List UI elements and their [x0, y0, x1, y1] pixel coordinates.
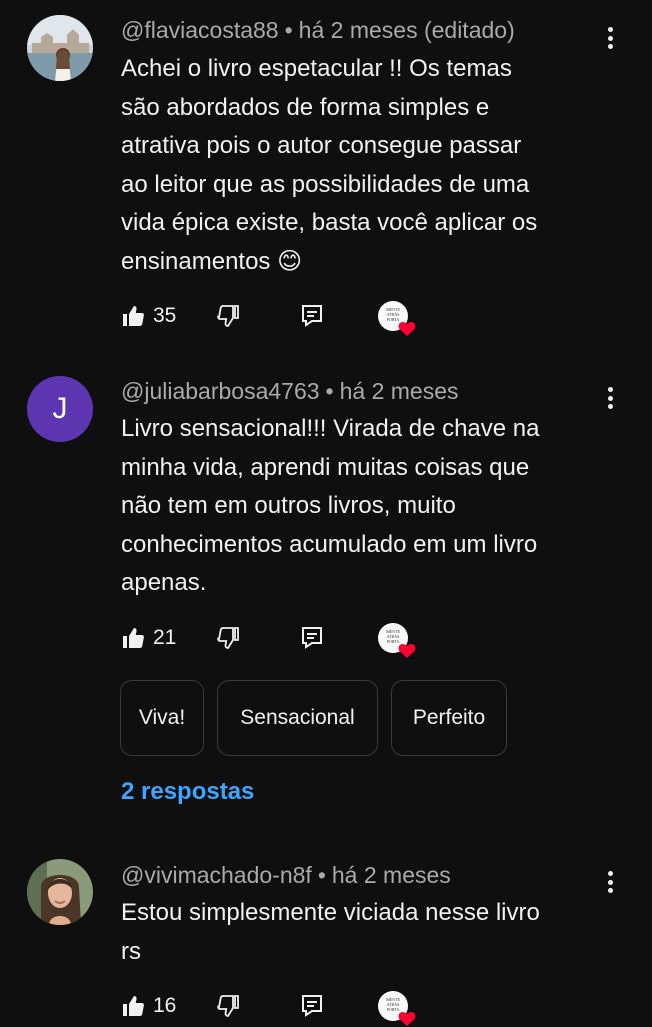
creator-heart-icon: MENTE ATRÁS PORTA	[378, 301, 416, 336]
comment-author[interactable]: @juliabarbosa4763	[121, 378, 320, 404]
meta-separator: •	[317, 862, 326, 888]
creator-heart-icon: MENTE ATRÁS PORTA	[378, 623, 416, 658]
comment-line: ao leitor que as possibilidades de uma	[121, 170, 530, 198]
comment-line: vida épica existe, basta você aplicar os	[121, 209, 538, 236]
suggested-reply-chip[interactable]: Sensacional	[217, 680, 378, 756]
comment-line: não tem em outros livros, muito	[121, 492, 456, 519]
comment-text: Achei o livro espetacular !! Os temas sã…	[121, 50, 601, 281]
like-button[interactable]: 35	[121, 299, 176, 333]
comment-line: conhecimentos acumulado em um livro	[121, 530, 538, 558]
avatar-flaviacosta88[interactable]	[27, 15, 93, 81]
comment-meta: @vivimachado-n8f • há 2 meses	[121, 862, 451, 889]
more-options-icon[interactable]	[604, 24, 616, 52]
reply-button[interactable]	[301, 989, 323, 1023]
creator-heart-icon: MENTE ATRÁS PORTA	[378, 991, 416, 1026]
like-icon	[123, 628, 144, 648]
view-replies-link[interactable]: 2 respostas	[121, 778, 254, 806]
comment-line: são abordados de forma simples e	[121, 93, 490, 121]
like-button[interactable]: 21	[121, 621, 176, 655]
more-options-icon[interactable]	[604, 868, 616, 896]
comment-author[interactable]: @flaviacosta88	[121, 17, 279, 43]
comment-time[interactable]: há 2 meses	[340, 378, 459, 404]
comment-time[interactable]: há 2 meses (editado)	[299, 17, 515, 43]
dislike-icon	[217, 627, 239, 649]
chip-label: Perfeito	[412, 706, 486, 729]
chip-label: Sensacional	[240, 706, 355, 729]
meta-separator: •	[325, 378, 334, 404]
reply-icon	[302, 627, 322, 649]
creator-logo: MENTE ATRÁS PORTA	[386, 997, 400, 1012]
creator-logo: MENTE ATRÁS PORTA	[386, 629, 400, 644]
comment-line: rs	[121, 937, 141, 965]
like-count: 35	[153, 304, 177, 327]
like-count: 21	[153, 626, 177, 649]
comment-author[interactable]: @vivimachado-n8f	[121, 862, 312, 888]
comment-actions: 35 MENTE ATRÁS PORTA	[121, 299, 421, 336]
reply-icon	[302, 995, 322, 1017]
meta-separator: •	[284, 17, 293, 43]
comment-actions: 21 MENTE ATRÁS PORTA	[121, 621, 421, 658]
comment-line: Livro sensacional!!! Virada de chave na	[121, 415, 540, 442]
more-options-icon[interactable]	[604, 384, 616, 412]
comment-meta: @flaviacosta88 • há 2 meses (editado)	[121, 17, 515, 44]
comment-line: minha vida, aprendi muitas coisas que	[121, 453, 530, 481]
avatar-letter: J	[52, 392, 68, 425]
comment-line: ensinamentos 😊	[121, 247, 303, 275]
dislike-button[interactable]	[216, 621, 240, 655]
comment-line: atrativa pois o autor consegue passar	[121, 132, 522, 159]
comment-time[interactable]: há 2 meses	[332, 862, 451, 888]
comment-actions: 16 MENTE ATRÁS PORTA	[121, 989, 421, 1026]
avatar-vivimachado-n8f[interactable]	[27, 859, 93, 925]
avatar-juliabarbosa4763[interactable]: J	[27, 376, 93, 442]
suggested-reply-chip[interactable]: Perfeito	[391, 680, 507, 756]
creator-logo: MENTE ATRÁS PORTA	[386, 307, 400, 322]
like-button[interactable]: 16	[121, 989, 176, 1023]
comment-text: Livro sensacional!!! Virada de chave na …	[121, 410, 601, 603]
comment-meta: @juliabarbosa4763 • há 2 meses	[121, 378, 459, 405]
dislike-icon	[217, 305, 239, 327]
reply-button[interactable]	[301, 299, 323, 333]
dislike-icon	[217, 995, 239, 1017]
reply-icon	[302, 305, 322, 327]
comment-line: Estou simplesmente viciada nesse livro	[121, 899, 540, 926]
suggested-reply-chip[interactable]: Viva!	[120, 680, 204, 756]
comment-text: Estou simplesmente viciada nesse livro r…	[121, 894, 601, 971]
dislike-button[interactable]	[216, 989, 240, 1023]
like-count: 16	[153, 994, 177, 1017]
dislike-button[interactable]	[216, 299, 240, 333]
like-icon	[123, 306, 144, 326]
like-icon	[123, 996, 144, 1016]
comment-line: Achei o livro espetacular !! Os temas	[121, 55, 512, 82]
reply-button[interactable]	[301, 621, 323, 655]
comment-line: apenas.	[121, 569, 207, 596]
chip-label: Viva!	[138, 706, 186, 729]
